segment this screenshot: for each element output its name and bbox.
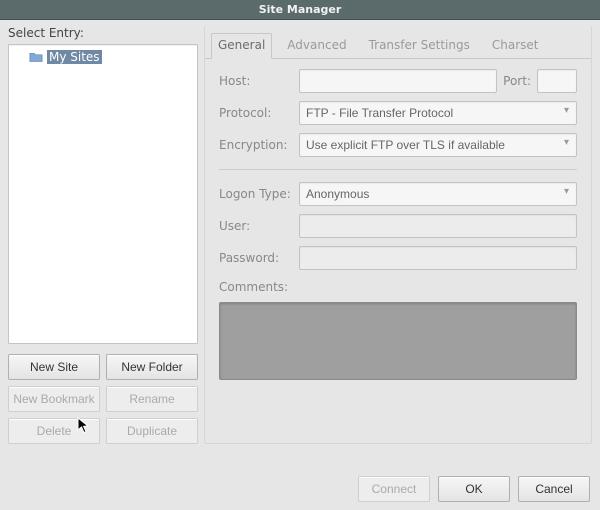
duplicate-button[interactable]: Duplicate	[106, 418, 198, 444]
tab-bar: General Advanced Transfer Settings Chars…	[205, 26, 591, 59]
host-label: Host:	[219, 74, 293, 88]
tree-root-label: My Sites	[47, 50, 102, 64]
window-body: Select Entry: My Sites New Site New Fold…	[0, 20, 600, 510]
connect-button[interactable]: Connect	[358, 476, 430, 502]
delete-button[interactable]: Delete	[8, 418, 100, 444]
select-entry-label: Select Entry:	[8, 26, 198, 40]
cancel-button[interactable]: Cancel	[518, 476, 590, 502]
comments-textarea[interactable]	[219, 302, 577, 380]
left-button-grid: New Site New Folder New Bookmark Rename …	[8, 354, 198, 444]
password-input	[299, 246, 577, 270]
site-tree[interactable]: My Sites	[8, 44, 198, 344]
logon-type-label: Logon Type:	[219, 187, 293, 201]
user-label: User:	[219, 219, 293, 233]
protocol-select[interactable]	[299, 101, 577, 125]
port-label: Port:	[503, 74, 531, 88]
rename-button[interactable]: Rename	[106, 386, 198, 412]
user-input	[299, 214, 577, 238]
ok-button[interactable]: OK	[438, 476, 510, 502]
new-site-button[interactable]: New Site	[8, 354, 100, 380]
tab-charset[interactable]: Charset	[485, 33, 546, 59]
window-title: Site Manager	[259, 3, 342, 16]
separator	[219, 169, 577, 170]
tab-transfer-settings[interactable]: Transfer Settings	[362, 33, 477, 59]
tab-general[interactable]: General	[211, 33, 272, 59]
left-pane: Select Entry: My Sites New Site New Fold…	[8, 26, 198, 444]
encryption-select[interactable]	[299, 133, 577, 157]
tab-advanced[interactable]: Advanced	[280, 33, 353, 59]
comments-label: Comments:	[219, 280, 577, 294]
right-pane: General Advanced Transfer Settings Chars…	[204, 26, 592, 444]
new-folder-button[interactable]: New Folder	[106, 354, 198, 380]
folder-icon	[29, 50, 43, 64]
encryption-label: Encryption:	[219, 138, 293, 152]
host-input[interactable]	[299, 69, 497, 93]
new-bookmark-button[interactable]: New Bookmark	[8, 386, 100, 412]
dialog-footer: Connect OK Cancel	[358, 476, 590, 502]
window-titlebar: Site Manager	[0, 0, 600, 20]
port-input[interactable]	[537, 69, 577, 93]
tree-root-item[interactable]: My Sites	[27, 49, 193, 65]
logon-type-select[interactable]	[299, 182, 577, 206]
password-label: Password:	[219, 251, 293, 265]
general-form: Host: Port: Protocol: Encryption:	[205, 59, 591, 386]
protocol-label: Protocol:	[219, 106, 293, 120]
